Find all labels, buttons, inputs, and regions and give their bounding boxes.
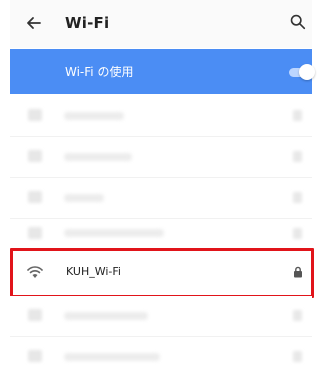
redacted-network-name [64, 312, 148, 320]
wifi-icon [28, 191, 42, 203]
search-icon[interactable] [289, 13, 307, 31]
lock-icon [294, 266, 302, 278]
lock-icon [293, 228, 302, 239]
network-list-item[interactable] [10, 178, 312, 218]
app-bar: Wi-Fi [10, 0, 312, 48]
wifi-icon [28, 227, 42, 239]
network-list-item[interactable] [10, 219, 312, 249]
network-item-kuh-wifi[interactable]: KUH_Wi-Fi [10, 251, 312, 295]
switch-thumb [299, 64, 315, 80]
redacted-network-name [64, 229, 164, 237]
redacted-network-name [64, 153, 132, 161]
wifi-icon [28, 309, 42, 321]
page-title: Wi-Fi [65, 14, 110, 32]
redacted-network-name [64, 353, 160, 361]
lock-icon [293, 192, 302, 203]
wifi-toggle-label: Wi-Fi の使用 [65, 65, 134, 79]
wifi-icon [28, 350, 42, 362]
wifi-icon [28, 109, 42, 121]
lock-icon [293, 110, 302, 121]
lock-icon [293, 351, 302, 362]
redacted-network-name [64, 194, 104, 202]
lock-icon [293, 310, 302, 321]
wifi-toggle-row[interactable]: Wi-Fi の使用 [10, 49, 315, 94]
lock-icon [293, 151, 302, 162]
network-list-item[interactable] [10, 96, 312, 136]
wifi-toggle-switch[interactable] [285, 63, 315, 81]
wifi-icon [27, 266, 43, 278]
arrow-left-icon[interactable] [24, 13, 44, 33]
redacted-network-name [64, 112, 124, 120]
network-list-item[interactable] [10, 296, 312, 336]
network-name: KUH_Wi-Fi [66, 265, 121, 278]
wifi-icon [28, 150, 42, 162]
network-list-item[interactable] [10, 137, 312, 177]
network-list-item[interactable] [10, 337, 312, 377]
